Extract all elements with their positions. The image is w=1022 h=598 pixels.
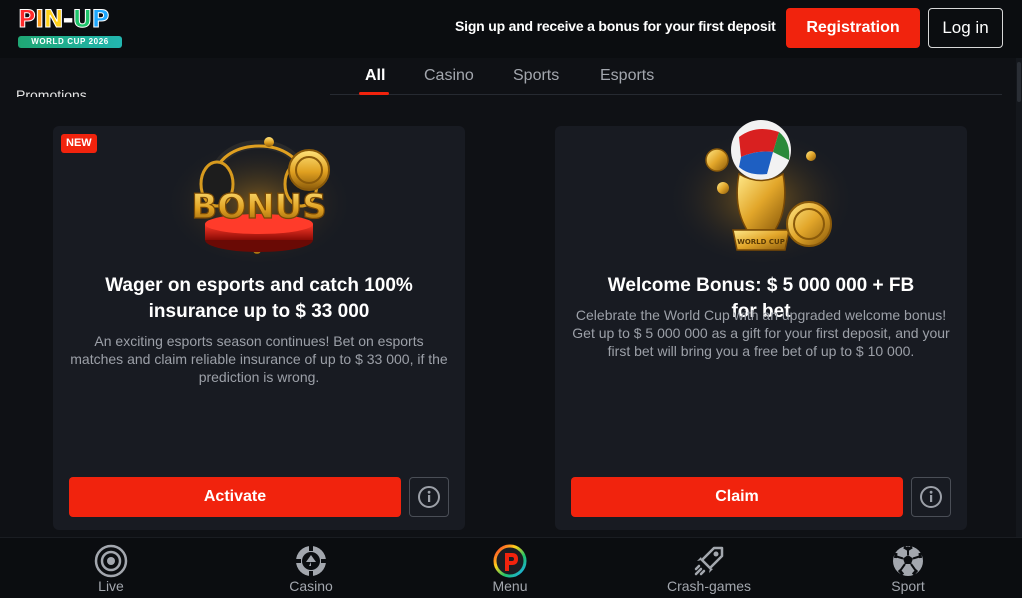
- nav-item-live[interactable]: Live: [51, 544, 171, 596]
- nav-item-crash-games[interactable]: Crash-games: [649, 544, 769, 596]
- nav-item-casino[interactable]: Casino: [251, 544, 371, 596]
- nav-label: Crash-games: [666, 578, 752, 594]
- logo-letter: -: [63, 5, 74, 33]
- nav-label: Menu: [492, 578, 528, 594]
- bonus-headphones-image: BONUS: [164, 132, 354, 262]
- nav-label: Sport: [891, 578, 925, 594]
- pinup-logo-icon: [493, 544, 527, 578]
- registration-button[interactable]: Registration: [786, 8, 920, 48]
- casino-chip-icon: [295, 545, 327, 577]
- rocket-icon: [694, 546, 724, 576]
- info-icon: [920, 486, 942, 508]
- tab-sports[interactable]: Sports: [513, 67, 559, 85]
- header-promo-text: Sign up and receive a bonus for your fir…: [455, 18, 776, 34]
- nav-label: Live: [98, 578, 124, 594]
- active-tab-indicator: [359, 92, 389, 95]
- logo-wordmark: PIN-UP: [17, 5, 124, 33]
- logo-letter: P: [17, 5, 36, 33]
- scrollbar-thumb[interactable]: [1017, 62, 1021, 102]
- soccer-ball-icon: [893, 545, 923, 576]
- info-button[interactable]: [409, 477, 449, 517]
- section-title: Promotions: [16, 88, 87, 97]
- activate-button[interactable]: Activate: [69, 477, 401, 517]
- promo-card-esports: NEW BONUS Wager on esports and catch 100…: [53, 126, 465, 530]
- logo-letter: N: [43, 5, 64, 33]
- promo-title: Wager on esports and catch 100% insuranc…: [105, 275, 413, 322]
- nav-label: Casino: [289, 578, 333, 594]
- nav-item-menu[interactable]: Menu: [450, 544, 570, 596]
- claim-button[interactable]: Claim: [571, 477, 903, 517]
- pinup-logo[interactable]: PIN-UP WORLD CUP 2026: [17, 5, 124, 49]
- bonus-art-text: BONUS: [191, 187, 326, 227]
- nav-item-sport[interactable]: Sport: [848, 544, 968, 596]
- tab-casino[interactable]: Casino: [424, 67, 474, 85]
- promo-description: Celebrate the World Cup with an upgraded…: [572, 307, 950, 359]
- logo-letter: P: [91, 5, 110, 33]
- logo-letter: U: [72, 5, 93, 33]
- new-badge: NEW: [61, 134, 97, 153]
- promo-card-welcome: WORLD CUP Welcome Bonus: $ 5 000 000 + F…: [555, 120, 967, 530]
- info-button[interactable]: [911, 477, 951, 517]
- bottom-navigation: Live Casino Menu Crash-games Sport: [0, 537, 1022, 598]
- promo-category-tabs: All Casino Sports Esports: [0, 58, 1022, 95]
- world-cup-trophy-image: WORLD CUP: [666, 120, 856, 262]
- trophy-art-text: WORLD CUP: [737, 238, 785, 246]
- logo-subtitle: WORLD CUP 2026: [18, 36, 122, 48]
- tab-esports[interactable]: Esports: [600, 67, 654, 85]
- header: PIN-UP WORLD CUP 2026 Sign up and receiv…: [0, 0, 1022, 58]
- info-icon: [418, 486, 440, 508]
- scrollbar-track[interactable]: [1016, 58, 1022, 538]
- logo-letter: I: [35, 5, 45, 33]
- promo-description: An exciting esports season continues! Be…: [70, 333, 448, 385]
- tabs-divider: [330, 94, 1002, 95]
- login-button[interactable]: Log in: [928, 8, 1003, 48]
- tab-all[interactable]: All: [365, 67, 385, 85]
- live-icon: [94, 544, 128, 578]
